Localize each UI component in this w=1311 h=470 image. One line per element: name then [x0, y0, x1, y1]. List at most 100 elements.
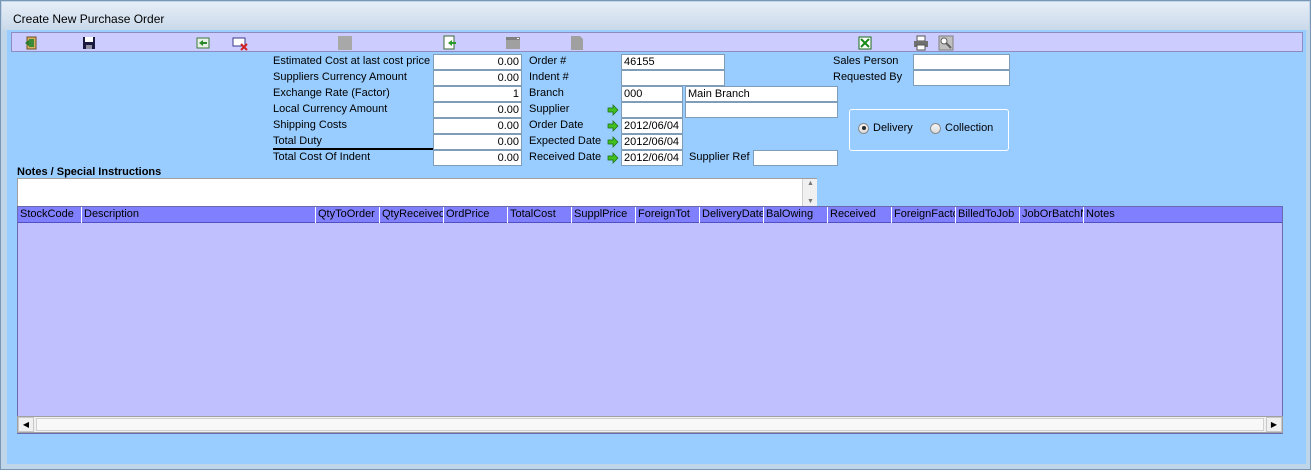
- exchange-rate-field[interactable]: 1: [433, 86, 522, 102]
- indent-no-label: Indent #: [529, 71, 569, 83]
- supplier-ref-field[interactable]: [753, 150, 838, 166]
- indent-no-field[interactable]: [621, 70, 725, 86]
- col-billedtojob[interactable]: BilledToJob: [956, 207, 1020, 223]
- col-ordprice[interactable]: OrdPrice: [444, 207, 508, 223]
- radio-selected-icon: [858, 122, 869, 134]
- col-supplprice[interactable]: SupplPrice: [572, 207, 636, 223]
- estimated-cost-field[interactable]: 0.00: [433, 54, 522, 70]
- total-cost-field[interactable]: 0.00: [433, 150, 522, 166]
- col-foreigntot[interactable]: ForeignTot: [636, 207, 700, 223]
- order-lines-grid[interactable]: StockCode Description QtyToOrder QtyRece…: [17, 206, 1283, 434]
- col-balowing[interactable]: BalOwing: [764, 207, 828, 223]
- branch-name-field[interactable]: Main Branch: [685, 86, 838, 102]
- print-preview-button[interactable]: [938, 35, 954, 51]
- received-date-label: Received Date: [529, 151, 602, 163]
- expected-date-field[interactable]: 2012/06/04: [621, 134, 683, 150]
- order-date-field[interactable]: 2012/06/04: [621, 118, 683, 134]
- scroll-right-icon[interactable]: ▶: [1266, 417, 1282, 432]
- col-totalcost[interactable]: TotalCost: [508, 207, 572, 223]
- col-joborbatchno[interactable]: JobOrBatchNo: [1020, 207, 1084, 223]
- notes-textarea[interactable]: [17, 178, 817, 207]
- local-currency-label: Local Currency Amount: [273, 103, 388, 115]
- window-title: Create New Purchase Order: [13, 12, 165, 26]
- branch-code-field[interactable]: 000: [621, 86, 683, 102]
- window-button[interactable]: [505, 35, 521, 51]
- toolbar: [11, 32, 1303, 52]
- blank-icon: [338, 36, 352, 50]
- import-button[interactable]: [442, 35, 458, 51]
- received-date-field[interactable]: 2012/06/04: [621, 150, 683, 166]
- notes-scrollbar[interactable]: ▲ ▼: [802, 179, 817, 206]
- back-button[interactable]: [195, 35, 211, 51]
- col-notes[interactable]: Notes: [1084, 207, 1282, 223]
- order-no-field[interactable]: 46155: [621, 54, 725, 70]
- order-date-label: Order Date: [529, 119, 584, 131]
- delivery-radio-label: Delivery: [873, 122, 913, 134]
- order-no-label: Order #: [529, 55, 567, 67]
- received-date-picker-button[interactable]: [607, 152, 619, 164]
- scroll-thumb[interactable]: [36, 418, 1264, 431]
- supplier-label: Supplier: [529, 103, 570, 115]
- supplier-lookup-button[interactable]: [607, 104, 619, 116]
- arrow-right-icon: [607, 152, 619, 164]
- expected-date-label: Expected Date: [529, 135, 602, 147]
- delete-button[interactable]: [232, 35, 248, 51]
- print-button[interactable]: [913, 35, 929, 51]
- excel-button[interactable]: [857, 35, 873, 51]
- save-icon: [83, 37, 95, 49]
- suppliers-currency-field[interactable]: 0.00: [433, 70, 522, 86]
- exit-icon: [25, 36, 37, 50]
- shipping-costs-field[interactable]: 0.00: [433, 118, 522, 134]
- col-qtyreceived[interactable]: QtyReceived: [380, 207, 444, 223]
- order-date-picker-button[interactable]: [607, 120, 619, 132]
- title-bar: Create New Purchase Order: [2, 2, 1309, 30]
- exchange-rate-label: Exchange Rate (Factor): [273, 87, 390, 99]
- save-button[interactable]: [81, 35, 97, 51]
- scroll-up-icon[interactable]: ▲: [807, 180, 814, 187]
- import-icon: [443, 35, 456, 50]
- purchase-order-window: Create New Purchase Order Estimated Cost…: [0, 0, 1311, 470]
- expected-date-picker-button[interactable]: [607, 136, 619, 148]
- total-separator: [273, 148, 433, 150]
- excel-icon: [858, 36, 872, 50]
- total-duty-field[interactable]: 0.00: [433, 134, 522, 150]
- total-duty-label: Total Duty: [273, 135, 322, 147]
- col-description[interactable]: Description: [82, 207, 316, 223]
- requested-by-label: Requested By: [833, 71, 903, 83]
- delivery-radio[interactable]: Delivery: [858, 122, 913, 134]
- delivery-method-group: Delivery Collection: [849, 109, 1009, 151]
- grid-horizontal-scrollbar[interactable]: ◀ ▶: [17, 416, 1283, 433]
- page-button[interactable]: [569, 35, 585, 51]
- col-foreignfactor[interactable]: ForeignFactor: [892, 207, 956, 223]
- collection-radio[interactable]: Collection: [930, 122, 993, 134]
- requested-by-field[interactable]: [913, 70, 1010, 86]
- suppliers-currency-label: Suppliers Currency Amount: [273, 71, 407, 83]
- scroll-down-icon[interactable]: ▼: [807, 198, 814, 205]
- client-area: Estimated Cost at last cost price 0.00 S…: [7, 30, 1306, 464]
- shipping-costs-label: Shipping Costs: [273, 119, 347, 131]
- grid-header: StockCode Description QtyToOrder QtyRece…: [18, 207, 1282, 223]
- print-preview-icon: [938, 35, 954, 51]
- col-stockcode[interactable]: StockCode: [18, 207, 82, 223]
- col-deliverydate[interactable]: DeliveryDate: [700, 207, 764, 223]
- blank-button[interactable]: [337, 35, 353, 51]
- local-currency-field[interactable]: 0.00: [433, 102, 522, 118]
- sales-person-label: Sales Person: [833, 55, 899, 67]
- exit-button[interactable]: [24, 35, 40, 51]
- back-icon: [196, 37, 210, 49]
- print-icon: [914, 35, 928, 51]
- window-icon: [506, 37, 520, 49]
- arrow-right-icon: [607, 120, 619, 132]
- branch-label: Branch: [529, 87, 564, 99]
- scroll-left-icon[interactable]: ◀: [18, 417, 34, 432]
- col-received[interactable]: Received: [828, 207, 892, 223]
- page-icon: [571, 36, 583, 50]
- arrow-right-icon: [607, 136, 619, 148]
- supplier-ref-label: Supplier Ref: [689, 151, 750, 163]
- sales-person-field[interactable]: [913, 54, 1010, 70]
- collection-radio-label: Collection: [945, 122, 994, 134]
- col-qtytoorder[interactable]: QtyToOrder: [316, 207, 380, 223]
- notes-title: Notes / Special Instructions: [17, 166, 162, 178]
- supplier-code-field[interactable]: [621, 102, 683, 118]
- supplier-name-field[interactable]: [685, 102, 838, 118]
